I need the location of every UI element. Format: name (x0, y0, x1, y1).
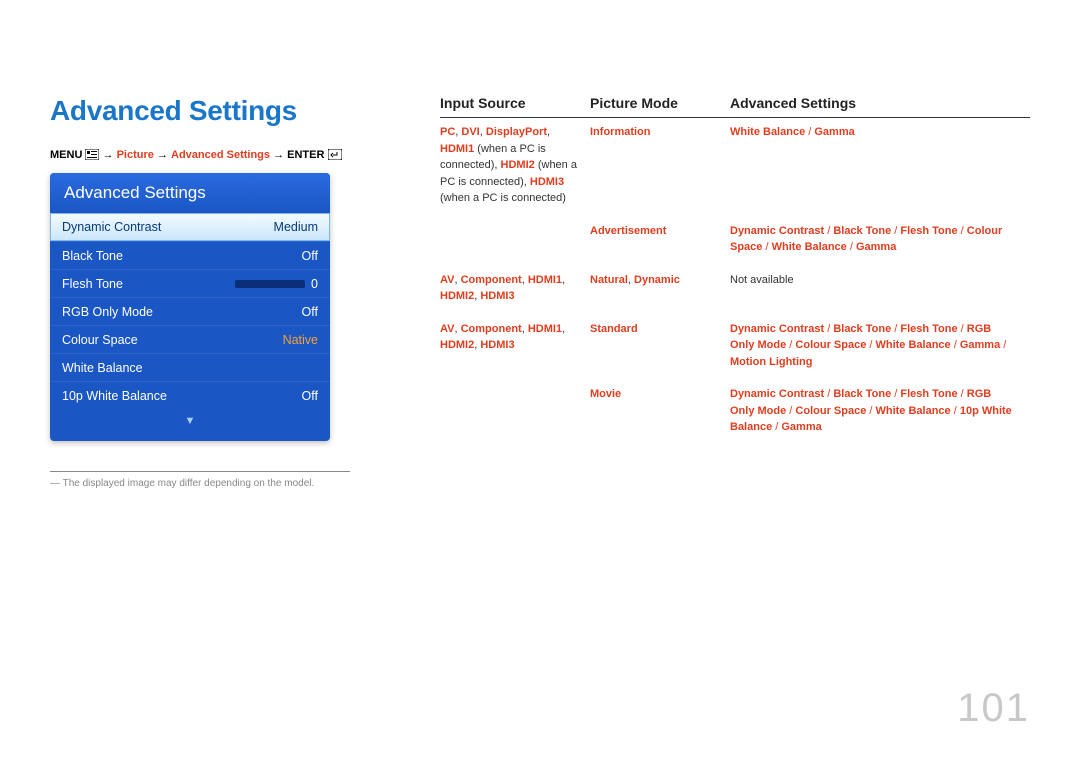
cell-input-source: AV, Component, HDMI1, HDMI2, HDMI3 (440, 272, 590, 305)
menu-icon (85, 149, 99, 160)
cell-picture-mode: Standard (590, 321, 730, 371)
slider[interactable] (235, 280, 305, 288)
breadcrumb-arrow-2: → (157, 149, 168, 161)
footnote: ― The displayed image may differ dependi… (50, 478, 380, 489)
osd-row[interactable]: Colour Space Native (50, 325, 330, 353)
cell-advanced-settings: Not available (730, 272, 1030, 305)
breadcrumb-enter: ENTER (287, 149, 324, 161)
breadcrumb: MENU → Picture → Advanced Settings → ENT… (50, 149, 380, 161)
osd-row-value: Native (283, 333, 318, 347)
breadcrumb-picture: Picture (117, 149, 154, 161)
cell-input-source (440, 386, 590, 436)
table-row: PC, DVI, DisplayPort, HDMI1 (when a PC i… (440, 118, 1030, 217)
osd-row-label: 10p White Balance (62, 389, 167, 403)
cell-picture-mode: Movie (590, 386, 730, 436)
scroll-down-icon[interactable]: ▼ (50, 415, 330, 427)
osd-row-value: Off (302, 305, 318, 319)
breadcrumb-arrow-1: → (103, 149, 114, 161)
th-input-source: Input Source (440, 95, 590, 111)
cell-picture-mode: Natural, Dynamic (590, 272, 730, 305)
cell-advanced-settings: Dynamic Contrast / Black Tone / Flesh To… (730, 321, 1030, 371)
right-column: Input Source Picture Mode Advanced Setti… (440, 95, 1030, 489)
osd-row-value: Off (302, 389, 318, 403)
osd-row-label: Black Tone (62, 249, 123, 263)
osd-row[interactable]: Black Tone Off (50, 241, 330, 269)
osd-row-value: Medium (274, 220, 318, 234)
osd-row[interactable]: RGB Only Mode Off (50, 297, 330, 325)
breadcrumb-menu: MENU (50, 149, 82, 161)
left-column: Advanced Settings MENU → Picture → Advan… (50, 95, 380, 489)
table-header: Input Source Picture Mode Advanced Setti… (440, 95, 1030, 118)
page-number: 101 (957, 686, 1030, 731)
cell-input-source: PC, DVI, DisplayPort, HDMI1 (when a PC i… (440, 124, 590, 207)
cell-advanced-settings: White Balance / Gamma (730, 124, 1030, 207)
table-row: AdvertisementDynamic Contrast / Black To… (440, 217, 1030, 266)
cell-picture-mode: Advertisement (590, 223, 730, 256)
osd-row-label: White Balance (62, 361, 143, 375)
table-body: PC, DVI, DisplayPort, HDMI1 (when a PC i… (440, 118, 1030, 446)
osd-row[interactable]: Flesh Tone 0 (50, 269, 330, 297)
table-row: AV, Component, HDMI1, HDMI2, HDMI3Standa… (440, 315, 1030, 381)
osd-row-label: RGB Only Mode (62, 305, 153, 319)
page: Advanced Settings MENU → Picture → Advan… (0, 0, 1080, 489)
cell-advanced-settings: Dynamic Contrast / Black Tone / Flesh To… (730, 223, 1030, 256)
cell-advanced-settings: Dynamic Contrast / Black Tone / Flesh To… (730, 386, 1030, 436)
osd-row-value: 0 (311, 277, 318, 291)
osd-row[interactable]: 10p White Balance Off (50, 381, 330, 409)
th-advanced-settings: Advanced Settings (730, 95, 1030, 111)
table-row: MovieDynamic Contrast / Black Tone / Fle… (440, 380, 1030, 446)
th-picture-mode: Picture Mode (590, 95, 730, 111)
osd-row[interactable]: Dynamic Contrast Medium (50, 213, 330, 241)
osd-row-label: Flesh Tone (62, 277, 123, 291)
breadcrumb-advanced: Advanced Settings (171, 149, 270, 161)
cell-picture-mode: Information (590, 124, 730, 207)
cell-input-source: AV, Component, HDMI1, HDMI2, HDMI3 (440, 321, 590, 371)
osd-row-label: Colour Space (62, 333, 138, 347)
osd-row[interactable]: White Balance (50, 353, 330, 381)
table-row: AV, Component, HDMI1, HDMI2, HDMI3Natura… (440, 266, 1030, 315)
breadcrumb-arrow-3: → (273, 149, 284, 161)
cell-input-source (440, 223, 590, 256)
osd-title: Advanced Settings (50, 173, 330, 213)
osd-row-value: Off (302, 249, 318, 263)
osd-panel: Advanced Settings Dynamic Contrast Medium… (50, 173, 330, 441)
footnote-rule (50, 471, 350, 472)
section-title: Advanced Settings (50, 95, 380, 127)
enter-icon (328, 149, 342, 160)
osd-row-label: Dynamic Contrast (62, 220, 161, 234)
